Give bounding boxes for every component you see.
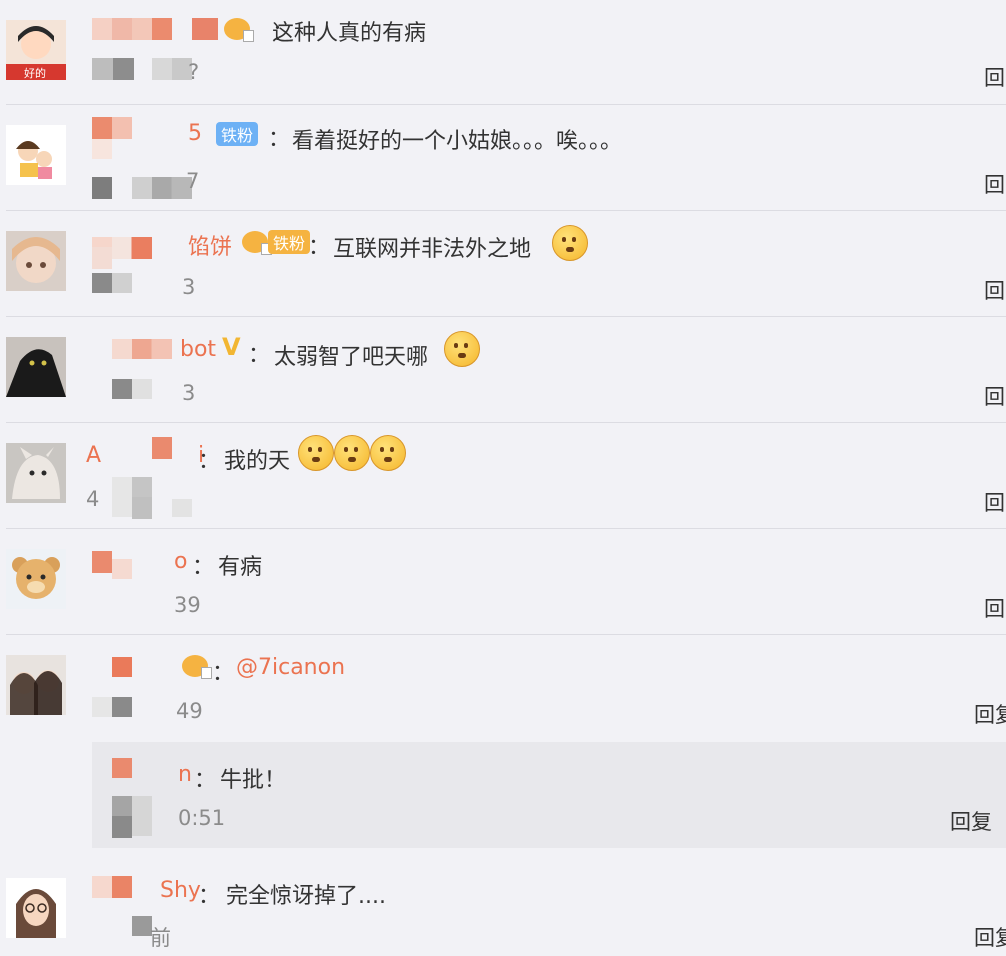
avatar[interactable] (6, 655, 66, 715)
username[interactable]: n (178, 762, 192, 787)
comment-text: 太弱智了吧天哪 (274, 345, 429, 370)
reply-button[interactable]: 回 (984, 593, 1005, 623)
crown-icon (182, 655, 212, 679)
comment-time: 0:51 (178, 806, 226, 830)
comment-text: 牛批！ (220, 768, 287, 793)
comment-time: 39 (174, 593, 201, 617)
comment-time: 3 (182, 381, 196, 405)
comment-text: 有病 (218, 555, 263, 580)
comment-row: bot V ： 太弱智了吧天哪 3 回 (0, 317, 1006, 423)
username[interactable]: A i (86, 443, 204, 468)
username[interactable]: bot (180, 337, 216, 362)
sub-reply-panel: n ： 牛批！ 0:51 回复 (92, 742, 1006, 848)
username[interactable]: Shy (160, 878, 201, 903)
comment-text: 互联网并非法外之地 (333, 237, 532, 262)
reply-button[interactable]: 回复 (974, 922, 1006, 952)
avatar[interactable] (6, 231, 66, 291)
pixelated-name (92, 18, 172, 40)
avatar[interactable] (6, 337, 66, 397)
emoji-surprised-icon (298, 435, 334, 471)
comment-time: 49 (176, 699, 203, 723)
comment-time: 7 (186, 169, 200, 193)
emoji-surprised-icon (370, 435, 406, 471)
crown-icon (224, 18, 254, 42)
comment-row: Shy ： 完全惊讶掉了.... 前 回复 (0, 856, 1006, 956)
fan-badge-icon: 铁粉 (216, 122, 259, 146)
verified-v-icon: V (222, 333, 241, 361)
comment-time: 3 (182, 275, 196, 299)
comment-text: 完全惊讶掉了.... (226, 884, 386, 909)
comment-row: ： @7icanon 49 回复 (0, 635, 1006, 742)
reply-button[interactable]: 回 (984, 275, 1005, 305)
comment-row: 馅饼 铁粉 ： 互联网并非法外之地 3 回 (0, 211, 1006, 317)
comment-row: o ： 有病 39 回 (0, 529, 1006, 635)
mention-link[interactable]: @7icanon (236, 655, 345, 680)
reply-button[interactable]: 回复 (974, 699, 1006, 729)
crown-icon (242, 231, 272, 255)
username[interactable]: 馅饼 (188, 229, 232, 261)
comment-time: ? (188, 60, 200, 84)
reply-button[interactable]: 回复 (950, 806, 992, 836)
comment-text: 这种人真的有病 (272, 21, 427, 46)
comment-time: 前 (150, 926, 171, 950)
reply-button[interactable]: 回 (984, 487, 1005, 517)
emoji-cover-icon (444, 331, 480, 367)
comment-row: 好的 ： 这种人真的有病 ? 回 (0, 0, 1006, 105)
avatar[interactable] (6, 549, 66, 609)
comment-row: 5 铁粉 ： 看着挺好的一个小姑娘。。。唉。。。 7 回 (0, 105, 1006, 211)
avatar[interactable] (6, 443, 66, 503)
comment-text: 看着挺好的一个小姑娘。。。唉。。。 (292, 129, 623, 154)
reply-button[interactable]: 回 (984, 169, 1005, 199)
username[interactable]: o (174, 549, 187, 574)
username[interactable]: 5 (188, 121, 202, 146)
emoji-laugh-icon (552, 225, 588, 261)
avatar[interactable]: 好的 (6, 20, 66, 80)
avatar[interactable] (6, 125, 66, 185)
comment-row: A i ： 我的天 4 回 (0, 423, 1006, 529)
avatar[interactable] (6, 878, 66, 938)
comment-time: 4 (86, 487, 100, 511)
fan-badge-icon: 铁粉 (268, 230, 311, 254)
reply-button[interactable]: 回 (984, 381, 1005, 411)
emoji-surprised-icon (334, 435, 370, 471)
comment-text: 我的天 (224, 449, 291, 474)
reply-button[interactable]: 回 (984, 62, 1005, 92)
svg-text:好的: 好的 (24, 66, 46, 80)
